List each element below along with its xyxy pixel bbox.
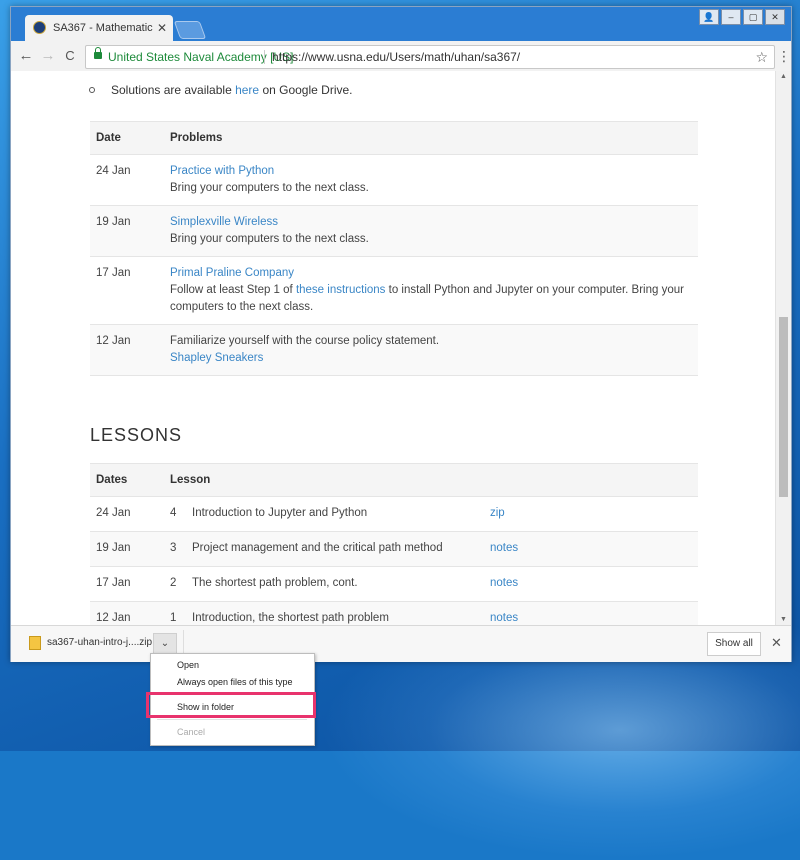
problem-desc: Bring your computers to the next class. xyxy=(170,182,369,194)
lessons-table: Dates Lesson 24 Jan 4 Introduction to Ju… xyxy=(90,463,698,625)
problem-desc: Familiarize yourself with the course pol… xyxy=(170,335,440,347)
menu-separator xyxy=(157,719,307,720)
menu-item-always-open[interactable]: Always open files of this type xyxy=(177,677,293,687)
omnibox-separator xyxy=(264,50,265,64)
scroll-down-arrow-icon[interactable]: ▼ xyxy=(780,616,787,623)
table-row: 24 Jan 4 Introduction to Jupyter and Pyt… xyxy=(90,496,698,532)
solutions-here-link[interactable]: here xyxy=(235,83,259,97)
download-bar: sa367-uhan-intro-j....zip ⌄ Show all ✕ xyxy=(11,625,791,662)
lesson-header: Lesson xyxy=(164,463,698,497)
new-tab-button[interactable] xyxy=(173,21,207,39)
lesson-title: Introduction, the shortest path problem xyxy=(186,601,484,625)
zip-file-icon xyxy=(29,636,41,650)
problem-link[interactable]: Simplexville Wireless xyxy=(170,216,278,228)
tab-close-icon[interactable]: ✕ xyxy=(157,15,167,41)
lock-icon xyxy=(94,47,102,59)
lesson-number: 2 xyxy=(164,566,186,602)
problems-header-row: Date Problems xyxy=(90,121,698,155)
close-window-button[interactable]: ✕ xyxy=(765,9,785,25)
vertical-scrollbar[interactable]: ▲ ▼ xyxy=(775,71,791,625)
table-row: 17 Jan 2 The shortest path problem, cont… xyxy=(90,566,698,602)
show-in-folder-highlight xyxy=(146,692,316,718)
dates-header: Dates xyxy=(90,463,164,497)
solutions-line: Solutions are available here on Google D… xyxy=(89,83,353,97)
bookmark-star-icon[interactable]: ☆ xyxy=(755,46,768,68)
lesson-title: Project management and the critical path… xyxy=(186,531,484,567)
lesson-material: notes xyxy=(484,601,698,625)
problem-desc-prefix: Follow at least Step 1 of xyxy=(170,284,296,296)
security-label: United States Naval Academy [US] xyxy=(108,50,294,64)
row-date: 19 Jan xyxy=(90,205,164,257)
lesson-material: zip xyxy=(484,496,698,532)
notes-link[interactable]: notes xyxy=(490,542,518,554)
lesson-title: The shortest path problem, cont. xyxy=(186,566,484,602)
reload-button[interactable]: C xyxy=(61,47,79,65)
solutions-suffix: on Google Drive. xyxy=(259,83,353,97)
address-bar[interactable]: United States Naval Academy [US] https:/… xyxy=(85,45,775,69)
zip-link[interactable]: zip xyxy=(490,507,505,519)
table-row: 19 Jan Simplexville Wireless Bring your … xyxy=(90,205,698,257)
notes-link[interactable]: notes xyxy=(490,612,518,624)
row-problem: Practice with Python Bring your computer… xyxy=(164,154,698,206)
scroll-thumb[interactable] xyxy=(779,317,788,497)
row-date: 12 Jan xyxy=(90,324,164,376)
date-header: Date xyxy=(90,121,164,155)
problems-table: Date Problems 24 Jan Practice with Pytho… xyxy=(90,121,698,376)
lesson-date: 24 Jan xyxy=(90,496,164,532)
download-bar-close-icon[interactable]: ✕ xyxy=(771,635,782,651)
lesson-material: notes xyxy=(484,531,698,567)
lesson-date: 19 Jan xyxy=(90,531,164,567)
download-file-name[interactable]: sa367-uhan-intro-j....zip xyxy=(47,634,152,652)
lesson-title: Introduction to Jupyter and Python xyxy=(186,496,484,532)
menu-item-cancel: Cancel xyxy=(177,727,206,737)
back-button[interactable]: ← xyxy=(17,47,35,65)
menu-item-open[interactable]: Open xyxy=(177,660,199,670)
scroll-up-arrow-icon[interactable]: ▲ xyxy=(780,73,787,80)
notes-link[interactable]: notes xyxy=(490,577,518,589)
lesson-number: 1 xyxy=(164,601,186,625)
table-row: 12 Jan 1 Introduction, the shortest path… xyxy=(90,601,698,625)
lesson-date: 17 Jan xyxy=(90,566,164,602)
bullet-icon xyxy=(89,86,95,93)
usna-favicon-icon xyxy=(33,21,46,34)
problems-header: Problems xyxy=(164,121,698,155)
row-date: 17 Jan xyxy=(90,256,164,325)
minimize-button[interactable]: – xyxy=(721,9,741,25)
row-problem: Familiarize yourself with the course pol… xyxy=(164,324,698,376)
row-problem: Simplexville Wireless Bring your compute… xyxy=(164,205,698,257)
lessons-header-row: Dates Lesson xyxy=(90,463,698,497)
lesson-material: notes xyxy=(484,566,698,602)
problem-link[interactable]: Shapley Sneakers xyxy=(170,352,263,364)
browser-menu-icon[interactable]: ⋮ xyxy=(777,49,791,63)
url-text[interactable]: https://www.usna.edu/Users/math/uhan/sa3… xyxy=(272,46,520,68)
problem-desc: Bring your computers to the next class. xyxy=(170,233,369,245)
problem-link[interactable]: Practice with Python xyxy=(170,165,274,177)
title-bar: SA367 - Mathematical M ✕ 👤 – ▢ ✕ xyxy=(11,7,791,41)
table-row: 24 Jan Practice with Python Bring your c… xyxy=(90,154,698,206)
table-row: 12 Jan Familiarize yourself with the cou… xyxy=(90,324,698,376)
browser-toolbar: ← → C United States Naval Academy [US] h… xyxy=(11,41,791,72)
row-problem: Primal Praline Company Follow at least S… xyxy=(164,256,698,325)
page-content: Solutions are available here on Google D… xyxy=(11,71,775,625)
table-row: 17 Jan Primal Praline Company Follow at … xyxy=(90,256,698,325)
problem-link[interactable]: Primal Praline Company xyxy=(170,267,294,279)
solutions-prefix: Solutions are available xyxy=(111,83,236,97)
tab-title: SA367 - Mathematical M xyxy=(53,22,153,34)
lesson-number: 4 xyxy=(164,496,186,532)
show-all-button[interactable]: Show all xyxy=(707,632,761,656)
browser-window: SA367 - Mathematical M ✕ 👤 – ▢ ✕ ← → C U… xyxy=(10,6,792,662)
lessons-heading: LESSONS xyxy=(90,425,183,445)
browser-tab[interactable]: SA367 - Mathematical M ✕ xyxy=(25,15,173,41)
row-date: 24 Jan xyxy=(90,154,164,206)
forward-button[interactable]: → xyxy=(39,47,57,65)
instructions-link[interactable]: these instructions xyxy=(296,284,386,296)
lesson-date: 12 Jan xyxy=(90,601,164,625)
maximize-button[interactable]: ▢ xyxy=(743,9,763,25)
profile-icon[interactable]: 👤 xyxy=(699,9,719,25)
lesson-number: 3 xyxy=(164,531,186,567)
table-row: 19 Jan 3 Project management and the crit… xyxy=(90,531,698,567)
